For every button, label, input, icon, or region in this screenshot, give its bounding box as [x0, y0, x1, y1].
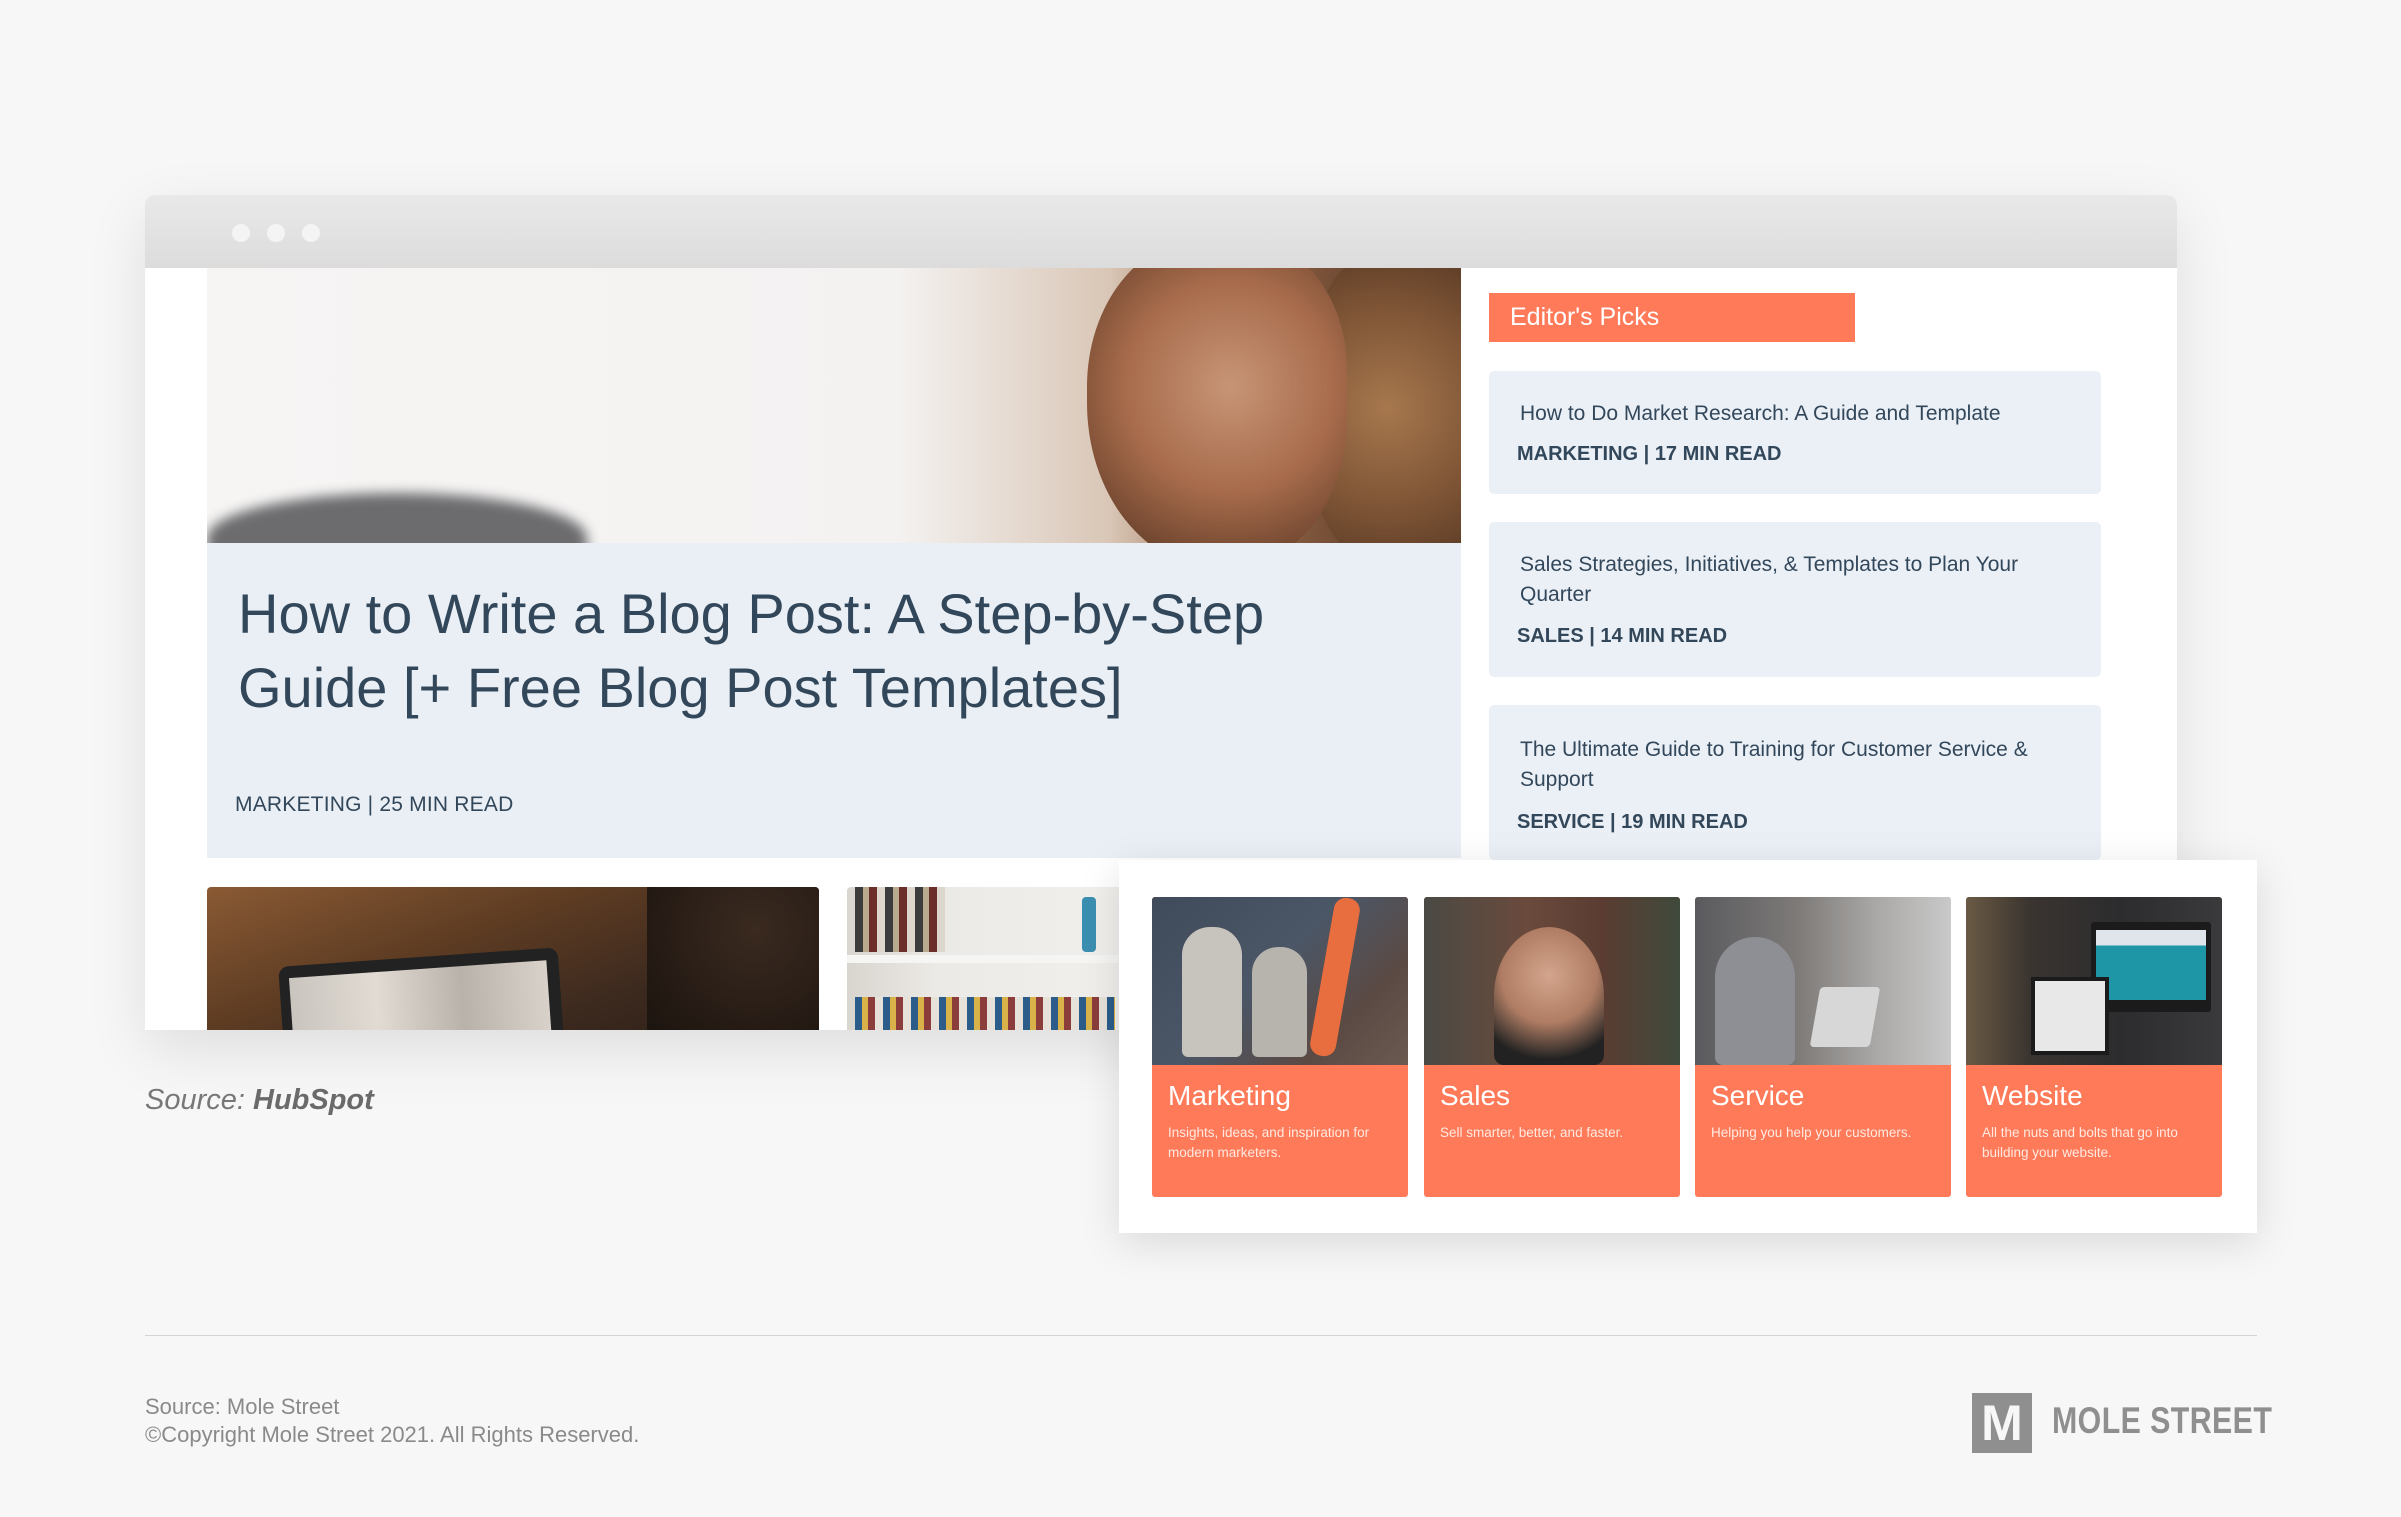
- laptop-shape: [278, 947, 566, 1030]
- image-blur-shape: [207, 493, 587, 543]
- shelf: [847, 955, 1147, 963]
- laptop-shape: [2031, 977, 2109, 1055]
- browser-titlebar: [145, 195, 2177, 268]
- editors-pick-item[interactable]: The Ultimate Guide to Training for Custo…: [1489, 705, 2101, 860]
- sprocket-logo-shape: [1308, 897, 1362, 1059]
- pick-title[interactable]: How to Do Market Research: A Guide and T…: [1520, 399, 2080, 429]
- category-title: Sales: [1440, 1080, 1511, 1111]
- editors-pick-item[interactable]: Sales Strategies, Initiatives, & Templat…: [1489, 522, 2101, 677]
- pick-title[interactable]: Sales Strategies, Initiatives, & Templat…: [1520, 550, 2080, 610]
- category-card-sales[interactable]: Sales Sell smarter, better, and faster.: [1424, 897, 1680, 1197]
- category-card-service[interactable]: Service Helping you help your customers.: [1695, 897, 1951, 1197]
- pick-meta: SERVICE | 19 MIN READ: [1517, 811, 1748, 833]
- category-image: [1424, 897, 1680, 1065]
- pick-title[interactable]: The Ultimate Guide to Training for Custo…: [1520, 735, 2080, 795]
- category-title: Service: [1711, 1080, 1805, 1111]
- footer-divider: [145, 1335, 2257, 1336]
- category-description: Helping you help your customers.: [1711, 1125, 1912, 1140]
- mole-street-logo-text: MOLE STREET: [2052, 1400, 2273, 1441]
- category-title: Marketing: [1168, 1080, 1291, 1111]
- caption-source: HubSpot: [253, 1084, 374, 1116]
- featured-post-title[interactable]: How to Write a Blog Post: A Step-by-Step…: [238, 577, 1388, 725]
- mole-street-logo-icon: M: [1972, 1393, 2032, 1453]
- category-description: All the nuts and bolts that go into buil…: [1982, 1125, 2178, 1160]
- books-top: [855, 887, 945, 952]
- logo-mark-letter: M: [1981, 1395, 2023, 1451]
- editors-pick-item[interactable]: How to Do Market Research: A Guide and T…: [1489, 371, 2101, 494]
- person-shape: [1715, 937, 1795, 1065]
- category-card-website[interactable]: Website All the nuts and bolts that go i…: [1966, 897, 2222, 1197]
- footer-source: Source: Mole Street: [145, 1394, 340, 1419]
- category-panel: Marketing Insights, ideas, and inspirati…: [1119, 860, 2257, 1233]
- category-image: [1966, 897, 2222, 1065]
- window-close-dot[interactable]: [232, 224, 250, 242]
- editors-picks-header: Editor's Picks: [1489, 293, 1855, 342]
- category-card-marketing[interactable]: Marketing Insights, ideas, and inspirati…: [1152, 897, 1408, 1197]
- post-thumbnail-video-call[interactable]: [207, 887, 819, 1030]
- featured-post-image[interactable]: [207, 268, 1461, 543]
- monitor-screen: [2096, 930, 2206, 1000]
- image-face: [1087, 268, 1347, 543]
- featured-post-card[interactable]: How to Write a Blog Post: A Step-by-Step…: [207, 543, 1461, 858]
- pick-meta: SALES | 14 MIN READ: [1517, 625, 1728, 647]
- post-thumbnail-bookshelf[interactable]: [847, 887, 1147, 1030]
- pick-meta: MARKETING | 17 MIN READ: [1517, 443, 1782, 465]
- monitor-shape: [2091, 922, 2211, 1012]
- category-description: Insights, ideas, and inspiration for mod…: [1168, 1125, 1370, 1160]
- laptop-shape: [1809, 987, 1881, 1047]
- person-hair-shape: [647, 887, 819, 1030]
- category-title: Website: [1982, 1080, 2083, 1111]
- person-shape: [1182, 927, 1242, 1057]
- category-image: [1152, 897, 1408, 1065]
- person-shape: [1252, 947, 1307, 1057]
- window-maximize-dot[interactable]: [302, 224, 320, 242]
- window-minimize-dot[interactable]: [267, 224, 285, 242]
- person-shape: [1494, 927, 1604, 1065]
- featured-post-meta: MARKETING | 25 MIN READ: [235, 793, 514, 816]
- image-caption: Source: HubSpot: [145, 1084, 374, 1117]
- category-image: [1695, 897, 1951, 1065]
- books-bottom: [855, 997, 1115, 1030]
- caption-prefix: Source:: [145, 1084, 253, 1116]
- footer-copyright: ©Copyright Mole Street 2021. All Rights …: [145, 1422, 640, 1447]
- bottle-shape: [1082, 897, 1096, 952]
- category-description: Sell smarter, better, and faster.: [1440, 1125, 1624, 1140]
- laptop-screen: [288, 960, 554, 1030]
